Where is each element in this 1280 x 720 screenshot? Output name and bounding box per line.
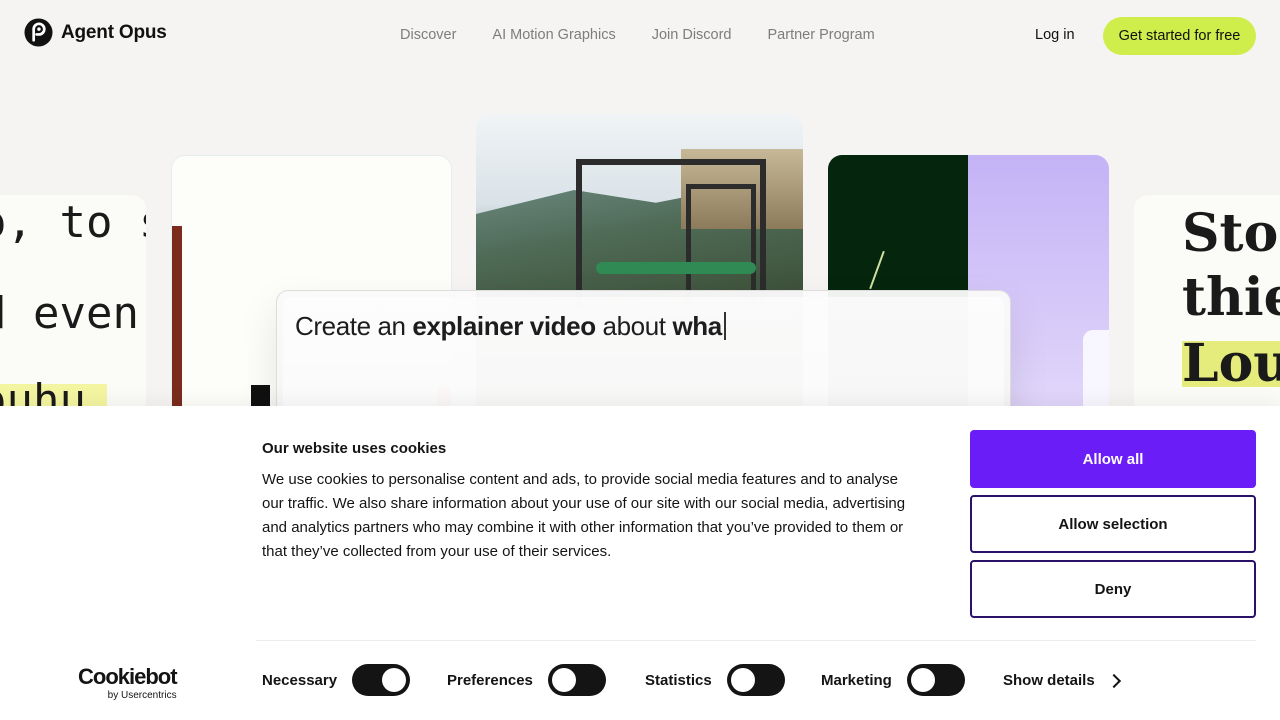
main-nav: Discover AI Motion Graphics Join Discord… (400, 27, 875, 43)
switch-knob (382, 668, 407, 692)
card-text-line: o, to sc (0, 197, 146, 248)
nav-join-discord[interactable]: Join Discord (652, 27, 732, 43)
cookie-title: Our website uses cookies (262, 440, 447, 457)
allow-all-button[interactable]: Allow all (970, 430, 1256, 488)
preferences-switch[interactable] (547, 664, 606, 696)
toggle-label: Marketing (821, 671, 892, 689)
chevron-right-icon (1106, 673, 1121, 688)
nav-partner-program[interactable]: Partner Program (768, 27, 875, 43)
switch-knob (910, 668, 935, 692)
prompt-text-part: Create an (295, 311, 413, 341)
prompt-text-bold: explainer video (412, 311, 596, 341)
toggle-statistics: Statistics (645, 664, 785, 696)
brand-name: Agent Opus (61, 21, 167, 43)
nav-ai-motion-graphics[interactable]: AI Motion Graphics (492, 27, 615, 43)
cookie-banner: Our website uses cookies We use cookies … (0, 406, 1280, 720)
toggle-preferences: Preferences (447, 664, 606, 696)
metal-frame-image (686, 184, 756, 304)
brand-logo[interactable]: Agent Opus (24, 18, 167, 47)
card-text-line: d even (0, 288, 139, 339)
toggle-marketing: Marketing (821, 664, 965, 696)
necessary-switch[interactable] (352, 664, 411, 696)
show-details-label: Show details (1003, 672, 1095, 689)
cookiebot-sub: by Usercentrics (107, 690, 177, 701)
agent-opus-logo-icon (24, 18, 53, 47)
switch-knob (730, 668, 755, 692)
card-text-line: Lou (1182, 333, 1280, 394)
divider (256, 640, 1256, 641)
prompt-text-part: about (595, 311, 673, 341)
nav-discover[interactable]: Discover (400, 27, 456, 43)
toggle-necessary: Necessary (262, 664, 411, 696)
show-details-button[interactable]: Show details (1003, 672, 1121, 689)
card-text-line: thie (1182, 267, 1280, 328)
cookie-description: We use cookies to personalise content an… (262, 471, 906, 560)
site-header: Agent Opus Discover AI Motion Graphics J… (0, 0, 1280, 72)
prompt-text: Create an explainer video about wha (295, 311, 726, 342)
switch-knob (551, 668, 576, 692)
deny-button[interactable]: Deny (970, 560, 1256, 618)
cookiebot-name: Cookiebot (78, 664, 178, 689)
text-caret (723, 312, 726, 340)
statistics-switch[interactable] (726, 664, 785, 696)
cookiebot-logo[interactable]: Cookiebot by Usercentrics (78, 664, 178, 702)
toggle-label: Preferences (447, 671, 533, 689)
prompt-text-bold: wha (672, 311, 722, 341)
toggle-label: Statistics (645, 671, 712, 689)
pipe-image (596, 262, 756, 274)
login-link[interactable]: Log in (1035, 27, 1075, 43)
card-text-line: Stol (1182, 203, 1280, 264)
allow-selection-button[interactable]: Allow selection (970, 495, 1256, 553)
marketing-switch[interactable] (906, 664, 965, 696)
toggle-label: Necessary (262, 671, 338, 689)
get-started-button[interactable]: Get started for free (1103, 17, 1256, 55)
